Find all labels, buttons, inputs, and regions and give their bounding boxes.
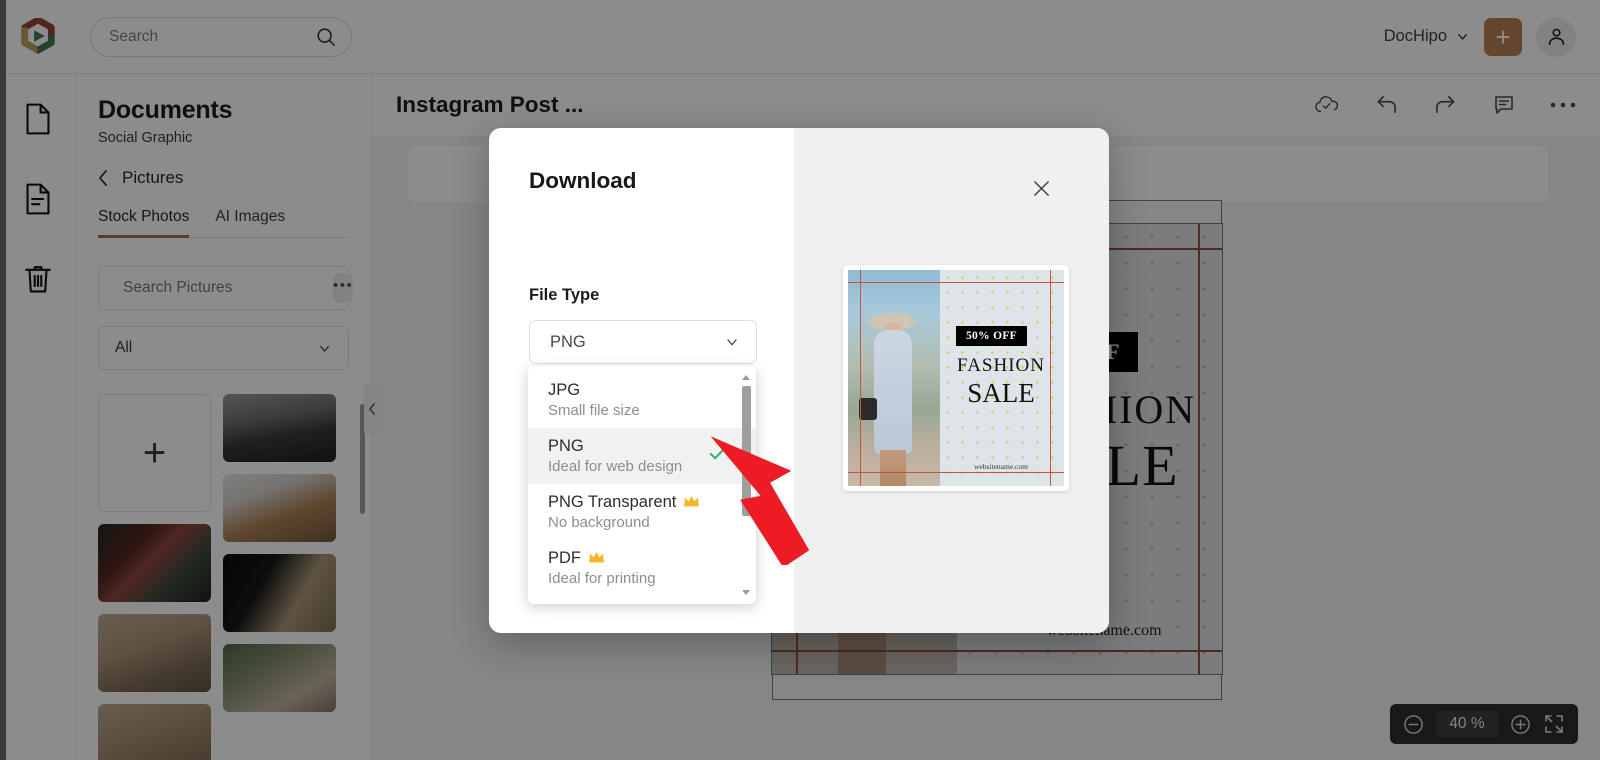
option-jpg[interactable]: JPG Small file size [528,372,756,428]
option-pdf-label: PDF [548,549,581,567]
comment-icon[interactable] [1492,93,1516,117]
picture-options-button[interactable]: ••• [333,273,354,303]
scroll-down-arrow-icon[interactable] [742,590,750,595]
person-icon [1548,28,1564,45]
option-pdf-sub: Ideal for printing [548,570,656,587]
rail-item-documents[interactable] [0,92,76,146]
page-title: Documents [98,96,233,124]
global-search[interactable] [90,16,352,57]
scroll-up-arrow-icon[interactable] [742,375,750,380]
option-png-transparent-label: PNG Transparent [548,493,677,511]
left-rail [0,74,76,760]
create-new-label: + [1495,21,1511,52]
redo-icon[interactable] [1433,94,1458,117]
pointer-arrow-annotation [710,436,810,565]
back-label: Pictures [122,168,184,187]
undo-icon[interactable] [1374,94,1399,117]
cloud-saved-icon[interactable] [1314,94,1340,116]
list-item[interactable] [223,644,336,712]
search-input[interactable] [109,27,315,46]
window-left-edge [0,0,6,760]
preview-headline-sale: SALE [967,378,1035,408]
premium-crown-icon [683,495,700,511]
blank-document-icon [25,103,50,135]
text-document-icon [25,183,50,215]
design-preview: 50% OFF FASHION SALE websitename.com [843,265,1069,491]
dochipo-logo-icon [21,17,55,54]
brand-menu-label: DocHipo [1383,27,1447,45]
tab-stock-photos[interactable]: Stock Photos [98,208,190,238]
zoom-level[interactable]: 40 % [1436,711,1498,737]
close-dialog-button[interactable] [1029,176,1053,200]
trash-icon [24,266,51,293]
rail-item-templates[interactable] [0,172,76,226]
option-jpg-sub: Small file size [548,402,640,419]
dochipo-logo[interactable] [0,0,76,74]
picture-filter-value: All [115,339,133,356]
collapse-panel-handle[interactable] [364,383,381,435]
file-type-value: PNG [550,332,586,351]
list-item[interactable] [98,614,211,692]
picture-filter-select[interactable]: All [98,326,349,370]
chevron-down-icon [320,345,329,352]
plus-circle-icon [1511,714,1530,734]
list-item[interactable] [223,554,336,632]
zoom-controls[interactable]: 40 % [1390,704,1578,744]
list-item[interactable] [223,474,336,542]
option-jpg-label: JPG [548,381,581,399]
crown-glyph [684,495,700,506]
preview-website: websitename.com [974,462,1028,471]
zoom-value: 40 [1449,715,1467,732]
pictures-search-input[interactable] [123,279,323,297]
canvas-header: Instagram Post ... [372,74,1600,136]
chevron-left-icon [99,169,108,187]
crown-glyph [589,551,604,562]
tab-ai-images[interactable]: AI Images [215,208,285,238]
rail-item-trash[interactable] [0,252,76,306]
search-icon[interactable] [315,26,337,48]
list-item[interactable] [223,394,336,462]
pictures-search[interactable]: ••• [98,266,354,310]
close-icon [1033,180,1049,196]
list-item[interactable] [98,524,211,602]
upload-plus-label: + [142,431,167,475]
expand-icon [1545,715,1563,733]
create-new-button[interactable]: + [1484,17,1522,56]
zoom-out-button[interactable] [1403,714,1424,735]
top-bar: DocHipo + [0,0,1600,74]
picture-tabs: Stock Photos AI Images [98,208,349,238]
page-subtitle: Social Graphic [98,130,193,146]
dialog-title: Download [529,168,637,193]
document-title[interactable]: Instagram Post ... [396,92,584,118]
more-options-icon[interactable] [1550,101,1576,109]
premium-crown-icon [588,551,605,567]
option-png-label: PNG [548,437,584,455]
user-avatar[interactable] [1536,16,1576,57]
preview-discount-badge: 50% OFF [956,326,1027,346]
fullscreen-button[interactable] [1543,713,1565,735]
chevron-down-icon [1458,33,1467,40]
pictures-panel: Documents Social Graphic Pictures Stock … [76,74,372,760]
back-to-pictures[interactable]: Pictures [98,168,349,188]
upload-image-tile[interactable]: + [98,394,211,512]
file-type-label: File Type [529,286,600,304]
list-item[interactable] [98,704,211,760]
minus-circle-icon [1404,714,1423,734]
picture-grid: + [98,394,349,760]
zoom-in-button[interactable] [1510,714,1531,735]
preview-headline-fashion: FASHION [957,355,1045,376]
file-type-select[interactable]: PNG [529,320,757,364]
chevron-left-icon [369,403,375,415]
chevron-down-icon [727,339,737,346]
zoom-unit: % [1470,715,1485,732]
brand-menu[interactable]: DocHipo [1384,27,1470,46]
preview-photo [848,270,940,486]
